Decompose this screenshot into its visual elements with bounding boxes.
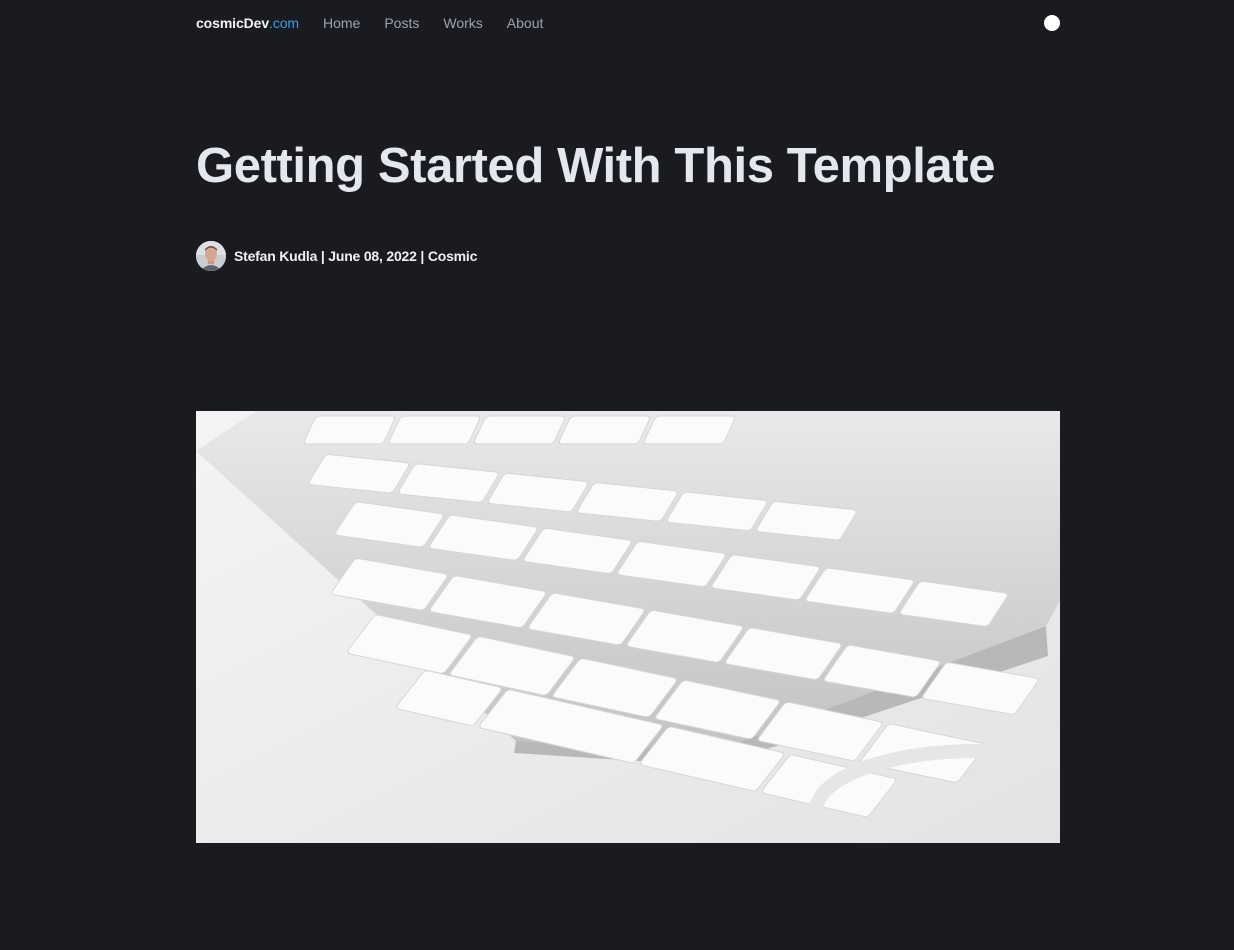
avatar-photo [196,241,226,271]
top-nav: cosmicDev.com Home Posts Works About [196,13,1060,33]
post-title: Getting Started With This Template [196,139,996,193]
nav-link-works[interactable]: Works [443,15,482,31]
nav-link-about[interactable]: About [507,15,544,31]
page: cosmicDev.com Home Posts Works About Get… [0,0,1234,950]
post-meta-text: Stefan Kudla | June 08, 2022 | Cosmic [234,248,478,264]
theme-toggle-button[interactable] [1044,15,1060,31]
brand-logo-link[interactable]: cosmicDev.com [196,15,299,31]
post-meta: Stefan Kudla | June 08, 2022 | Cosmic [196,241,477,271]
brand-name: cosmicDev [196,15,270,31]
brand-tld: .com [269,15,299,31]
author-avatar [196,241,226,271]
hero-image [196,411,1060,843]
nav-link-posts[interactable]: Posts [384,15,419,31]
nav-link-home[interactable]: Home [323,15,360,31]
keyboard-photo [196,411,1060,843]
